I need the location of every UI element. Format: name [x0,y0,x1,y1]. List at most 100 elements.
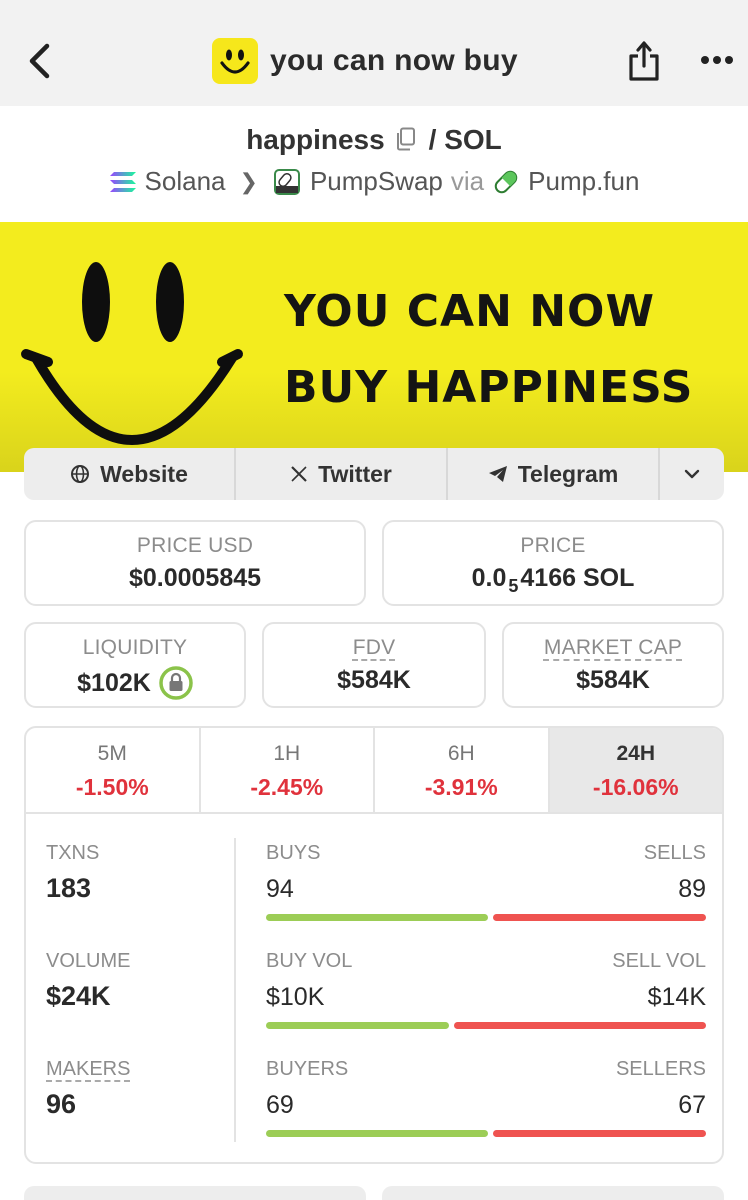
buy-sell-volume-stat: BUY VOL SELL VOL $10K $14K [266,950,706,1029]
buy-vol-value: $10K [266,983,325,1011]
page-title-group: you can now buy [212,38,518,84]
launchpad-name[interactable]: Pump.fun [528,166,639,197]
txns-stat: TXNS 183 [46,842,99,904]
buyers-sellers-bar [266,1130,706,1137]
tab-5m[interactable]: 5M -1.50% [26,728,201,812]
token-banner: YOU CAN NOW BUY HAPPINESS [0,222,748,472]
tab-label: 6H [447,742,475,765]
quote-token: / SOL [428,124,502,155]
buys-value: 94 [266,875,294,903]
telegram-icon [488,466,507,482]
chain-breadcrumb: Solana ❯ PumpSwap via Pump.fun [0,166,748,197]
market-cap-label[interactable]: MARKET CAP [504,636,722,660]
token-logo-icon [212,38,258,84]
dex-name[interactable]: PumpSwap [310,166,443,197]
chain-name[interactable]: Solana [145,166,226,197]
buy-bar [266,1130,488,1137]
globe-icon [71,465,90,483]
pair-header: happiness / SOL [0,124,748,156]
banner-text-line-2: BUY HAPPINESS [284,362,694,413]
sells-value: 89 [678,875,706,903]
price-change: -2.45% [250,774,324,800]
more-dots-icon [701,56,733,64]
txns-value: 183 [46,873,92,903]
buy-bar [266,914,488,921]
price-usd-value: $0.0005845 [128,564,262,592]
tab-6h[interactable]: 6H -3.91% [375,728,550,812]
sell-bar [493,914,706,921]
tab-label: 24H [616,742,656,765]
base-token-name: happiness [246,124,385,155]
fdv-label[interactable]: FDV [264,636,484,660]
buyers-label: BUYERS [266,1058,349,1080]
trading-stats-panel: 5M -1.50% 1H -2.45% 6H -3.91% 24H -16.06… [24,726,724,1164]
telegram-link[interactable]: Telegram [448,448,660,500]
stats-grid: TXNS 183 VOLUME $24K MAKERS 96 BUYS SELLS… [26,814,722,1162]
makers-label[interactable]: MAKERS [46,1058,130,1081]
buys-label: BUYS [266,842,321,864]
price-change: -16.06% [592,774,679,800]
price-native-value: 0.0 5 4166 SOL [384,564,722,596]
more-button[interactable] [694,40,740,80]
share-icon [629,41,659,81]
website-label: Website [100,460,188,487]
makers-stat: MAKERS 96 [46,1058,130,1120]
banner-text-line-1: YOU CAN NOW [284,286,655,337]
price-usd-label: PRICE USD [136,534,254,557]
makers-value: 96 [46,1089,77,1119]
price-change: -1.50% [75,774,149,800]
copy-icon[interactable] [395,127,419,153]
back-button[interactable] [22,38,56,84]
social-links-bar: Website Twitter Telegram [24,448,724,500]
chevron-left-icon [29,43,50,79]
liquidity-label: LIQUIDITY [82,636,188,659]
buys-sells-stat: BUYS SELLS 94 89 [266,842,706,921]
via-label: via [450,166,485,196]
website-link[interactable]: Website [24,448,236,500]
bottom-button-right[interactable] [382,1186,724,1200]
more-links-button[interactable] [660,448,724,500]
timeframe-tabs: 5M -1.50% 1H -2.45% 6H -3.91% 24H -16.06… [26,728,722,814]
divider [234,838,236,1142]
lock-icon[interactable] [159,666,193,700]
sell-bar [493,1130,706,1137]
market-cap-value: $584K [576,666,650,694]
share-button[interactable] [624,38,664,84]
liquidity-card: LIQUIDITY $102K [24,622,246,708]
sell-bar [454,1022,706,1029]
price-native-label: PRICE [520,534,586,557]
price-usd-card: PRICE USD $0.0005845 [24,520,366,606]
price-native-subscript: 5 [508,576,519,596]
chevron-down-icon [684,469,700,479]
price-native-prefix: 0.0 [471,564,507,592]
buyers-value: 69 [266,1091,294,1119]
sells-label: SELLS [643,842,706,864]
sellers-label: SELLERS [615,1058,706,1080]
buys-sells-bar [266,914,706,921]
tab-1h[interactable]: 1H -2.45% [201,728,375,812]
liquidity-value: $102K [77,668,151,697]
market-cap-card: MARKET CAP $584K [502,622,724,708]
twitter-link[interactable]: Twitter [236,448,448,500]
solana-icon [109,171,136,192]
fdv-value: $584K [337,666,411,694]
tab-24h[interactable]: 24H -16.06% [549,728,722,812]
price-native-card: PRICE 0.0 5 4166 SOL [382,520,724,606]
volume-bar [266,1022,706,1029]
buy-vol-label: BUY VOL [266,950,353,972]
pumpfun-icon [494,170,518,193]
volume-stat: VOLUME $24K [46,950,130,1012]
volume-value: $24K [46,981,111,1011]
telegram-label: Telegram [517,460,619,487]
sell-vol-label: SELL VOL [612,950,706,972]
pumpswap-icon [273,168,300,195]
txns-label: TXNS [46,842,100,864]
fdv-card: FDV $584K [262,622,486,708]
chevron-right-icon: ❯ [239,168,258,194]
bottom-button-left[interactable] [24,1186,366,1200]
liquidity-value-row: $102K [26,666,244,700]
sell-vol-value: $14K [647,983,706,1011]
x-logo-icon [291,466,307,482]
top-bar: you can now buy [0,0,748,106]
page-title: you can now buy [270,44,518,77]
